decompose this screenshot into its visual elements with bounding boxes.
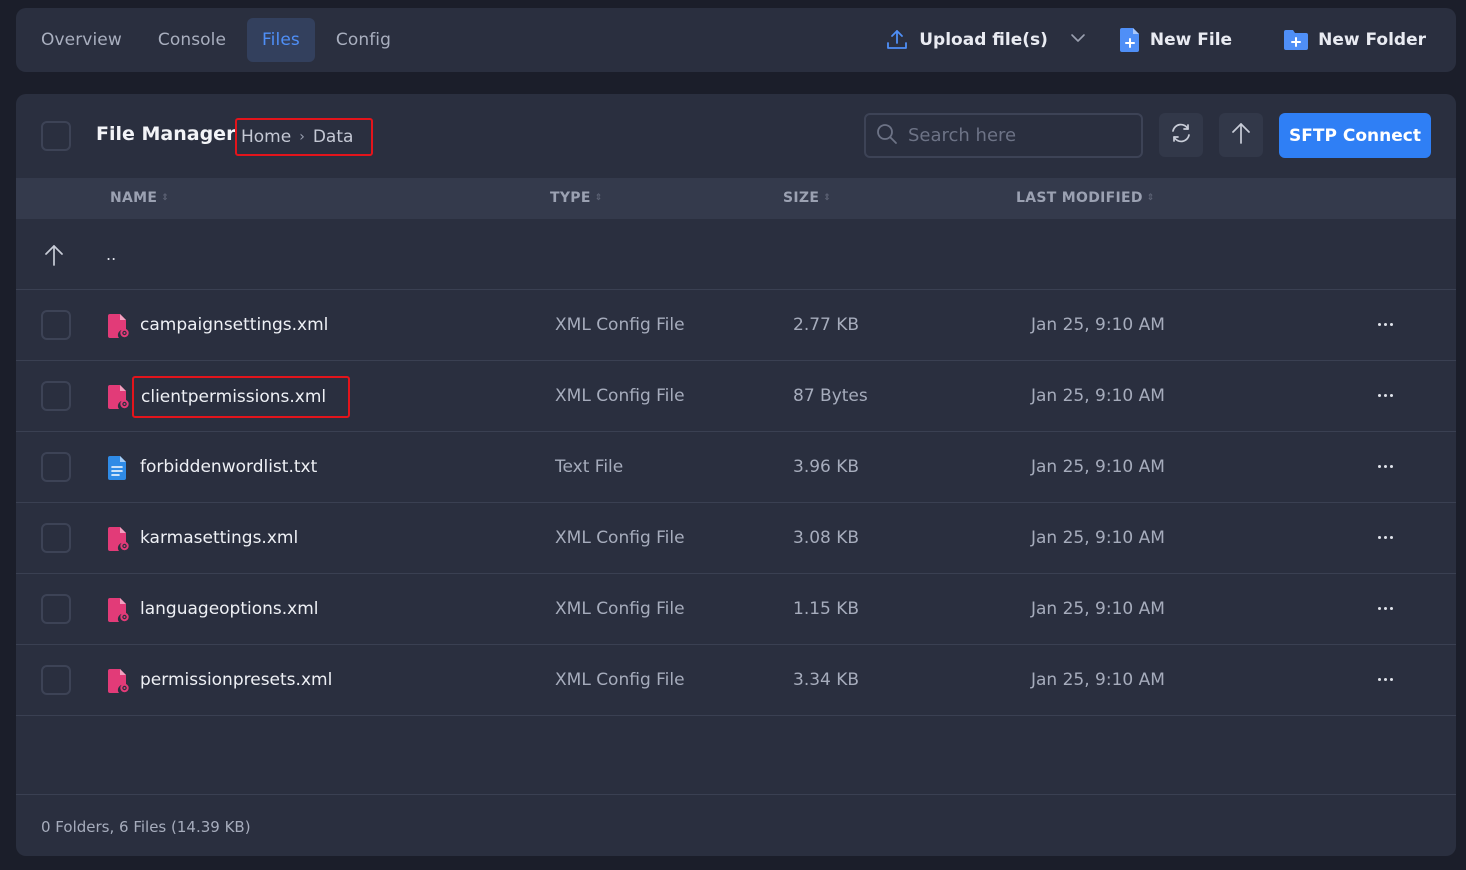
file-last-modified: Jan 25, 9:10 AM [1031,670,1165,690]
more-options-icon[interactable] [1371,383,1399,407]
column-header-last-modified-label: LAST MODIFIED [1016,190,1143,206]
tab-files[interactable]: Files [247,18,315,62]
file-size: 87 Bytes [793,386,868,406]
row-checkbox[interactable] [41,452,71,482]
sftp-connect-button[interactable]: SFTP Connect [1279,113,1431,158]
xml-config-file-icon [108,385,130,413]
new-folder-icon [1284,29,1309,51]
tab-overview[interactable]: Overview [26,18,137,62]
file-size: 3.96 KB [793,457,860,477]
file-last-modified: Jan 25, 9:10 AM [1031,457,1165,477]
xml-config-file-icon [108,669,130,697]
file-actions: Upload file(s) New File New Folder [885,28,1446,52]
table-row[interactable]: forbiddenwordlist.txt Text File 3.96 KB … [16,432,1456,503]
upload-icon [885,28,909,52]
file-name-link[interactable]: campaignsettings.xml [140,315,328,335]
page-title: File Manager [96,123,236,145]
row-checkbox[interactable] [41,523,71,553]
file-type: XML Config File [555,386,685,406]
new-file-button[interactable]: New File [1119,28,1233,52]
column-header-last-modified[interactable]: LAST MODIFIED ⇕ [1016,190,1155,206]
xml-config-file-icon [108,314,130,342]
file-last-modified: Jan 25, 9:10 AM [1031,528,1165,548]
file-size: 1.15 KB [793,599,860,619]
table-row[interactable]: languageoptions.xml XML Config File 1.15… [16,574,1456,645]
sort-icon: ⇕ [161,193,170,203]
sort-icon: ⇕ [594,193,603,203]
row-checkbox[interactable] [41,381,71,411]
new-file-icon [1119,28,1140,52]
table-row[interactable]: clientpermissions.xml XML Config File 87… [16,361,1456,432]
top-navigation-bar: Overview Console Files Config Upload fil… [16,8,1456,72]
parent-directory-link[interactable]: .. [106,245,116,264]
row-checkbox[interactable] [41,594,71,624]
more-options-icon[interactable] [1371,454,1399,478]
tab-config[interactable]: Config [321,18,406,62]
sort-icon: ⇕ [1146,193,1155,203]
sort-icon: ⇕ [823,193,832,203]
search-box [864,113,1143,158]
file-size: 3.34 KB [793,670,860,690]
breadcrumb-separator-icon: › [299,129,305,145]
arrow-up-icon [1231,121,1251,149]
file-name-link[interactable]: clientpermissions.xml [132,376,350,418]
table-row[interactable]: campaignsettings.xml XML Config File 2.7… [16,290,1456,361]
column-header-name[interactable]: NAME ⇕ [110,190,169,206]
breadcrumb-home[interactable]: Home [241,127,291,147]
new-file-label: New File [1149,30,1233,50]
more-options-icon[interactable] [1371,312,1399,336]
file-last-modified: Jan 25, 9:10 AM [1031,599,1165,619]
tab-console[interactable]: Console [143,18,241,62]
new-folder-label: New Folder [1318,30,1426,50]
arrow-up-icon [44,243,64,271]
table-row[interactable]: karmasettings.xml XML Config File 3.08 K… [16,503,1456,574]
file-type: XML Config File [555,315,685,335]
select-all-checkbox[interactable] [41,121,71,151]
file-last-modified: Jan 25, 9:10 AM [1031,386,1165,406]
file-size: 2.77 KB [793,315,860,335]
text-file-icon [108,456,130,484]
file-type: Text File [555,457,624,477]
breadcrumb-data[interactable]: Data [313,127,354,147]
tab-bar: Overview Console Files Config [26,18,406,62]
file-type: XML Config File [555,528,685,548]
table-row[interactable]: permissionpresets.xml XML Config File 3.… [16,645,1456,716]
file-last-modified: Jan 25, 9:10 AM [1031,315,1165,335]
search-input[interactable] [908,125,1128,146]
parent-directory-row[interactable]: .. [16,219,1456,290]
file-name-link[interactable]: languageoptions.xml [140,599,319,619]
new-folder-button[interactable]: New Folder [1284,29,1426,51]
file-size: 3.08 KB [793,528,860,548]
refresh-icon [1169,122,1193,148]
more-options-icon[interactable] [1371,596,1399,620]
row-checkbox[interactable] [41,310,71,340]
table-header: NAME ⇕ TYPE ⇕ SIZE ⇕ LAST MODIFIED ⇕ [16,178,1456,219]
column-header-size-label: SIZE [783,190,820,206]
refresh-button[interactable] [1159,113,1203,157]
file-type: XML Config File [555,670,685,690]
row-checkbox[interactable] [41,665,71,695]
more-options-icon[interactable] [1371,667,1399,691]
column-header-size[interactable]: SIZE ⇕ [783,190,831,206]
file-name-link[interactable]: permissionpresets.xml [140,670,332,690]
upload-files-button[interactable]: Upload file(s) [885,28,1048,52]
footer-divider [16,794,1456,795]
folder-summary: 0 Folders, 6 Files (14.39 KB) [41,818,251,836]
breadcrumb: Home › Data [235,118,373,156]
more-options-icon[interactable] [1371,525,1399,549]
go-up-button[interactable] [1219,113,1263,157]
search-icon [876,123,898,149]
upload-files-label: Upload file(s) [919,30,1048,50]
chevron-down-icon[interactable] [1070,30,1086,50]
column-header-type-label: TYPE [550,190,591,206]
xml-config-file-icon [108,527,130,555]
file-manager-header: File Manager Home › Data Search here SFT… [16,94,1456,178]
file-type: XML Config File [555,599,685,619]
column-header-type[interactable]: TYPE ⇕ [550,190,603,206]
file-manager-panel: File Manager Home › Data Search here SFT… [16,94,1456,856]
file-name-link[interactable]: karmasettings.xml [140,528,298,548]
file-name-link[interactable]: forbiddenwordlist.txt [140,457,317,477]
xml-config-file-icon [108,598,130,626]
column-header-name-label: NAME [110,190,158,206]
